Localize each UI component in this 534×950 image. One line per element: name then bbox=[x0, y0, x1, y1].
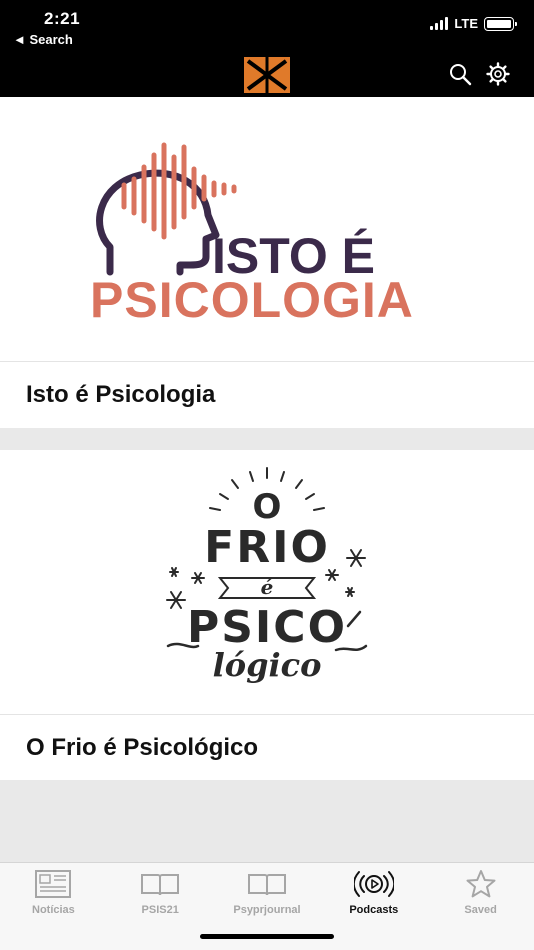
artwork-line5: lógico bbox=[213, 646, 322, 684]
artwork-line2: FRIO bbox=[204, 522, 330, 573]
gear-icon bbox=[486, 62, 510, 86]
tab-label: Notícias bbox=[32, 904, 75, 916]
search-icon bbox=[450, 64, 472, 86]
podcast-title[interactable]: O Frio é Psicológico bbox=[0, 715, 534, 780]
tab-podcasts[interactable]: Podcasts bbox=[320, 863, 427, 950]
podcast-icon bbox=[353, 871, 394, 897]
artwork-line2: PSICOLOGIA bbox=[90, 272, 414, 328]
artwork-line1: O bbox=[253, 487, 282, 527]
network-type: LTE bbox=[454, 16, 478, 31]
search-button[interactable] bbox=[448, 62, 472, 86]
isto-e-psicologia-artwork: ISTO É PSICOLOGIA bbox=[90, 142, 414, 328]
tab-label: Psyprjournal bbox=[233, 904, 301, 916]
book-icon bbox=[247, 874, 286, 896]
status-indicators: LTE bbox=[430, 16, 517, 31]
tab-psis21[interactable]: PSIS21 bbox=[107, 863, 214, 950]
status-time: 2:21 bbox=[44, 9, 81, 28]
home-indicator[interactable] bbox=[200, 934, 334, 939]
podcast-card[interactable]: ISTO É PSICOLOGIA Isto é Psicologia bbox=[0, 97, 534, 428]
tab-noticias[interactable]: Notícias bbox=[0, 863, 107, 950]
podcast-card[interactable]: O FRIO é PSICO lógico O Frio é Psicológi… bbox=[0, 450, 534, 780]
back-to-search-link[interactable]: ◄ Search bbox=[13, 32, 73, 47]
tab-label: PSIS21 bbox=[141, 904, 179, 916]
podcast-title[interactable]: Isto é Psicologia bbox=[0, 362, 534, 427]
tab-label: Podcasts bbox=[349, 904, 399, 916]
book-icon bbox=[141, 874, 180, 896]
podcast-artwork[interactable]: O FRIO é PSICO lógico bbox=[0, 450, 534, 715]
top-bar: 2:21 ◄ Search LTE bbox=[0, 0, 534, 97]
newspaper-icon bbox=[35, 870, 72, 898]
cellular-signal-icon bbox=[430, 17, 449, 30]
o-frio-e-psicologico-artwork: O FRIO é PSICO lógico bbox=[166, 466, 368, 684]
tab-label: Saved bbox=[464, 904, 497, 916]
battery-icon bbox=[484, 16, 517, 31]
podcast-artwork[interactable]: ISTO É PSICOLOGIA bbox=[0, 97, 534, 362]
star-icon bbox=[466, 870, 496, 898]
artwork-line3: é bbox=[261, 575, 274, 599]
app-logo-icon[interactable] bbox=[244, 57, 290, 93]
settings-button[interactable] bbox=[486, 62, 510, 86]
tab-saved[interactable]: Saved bbox=[427, 863, 534, 950]
